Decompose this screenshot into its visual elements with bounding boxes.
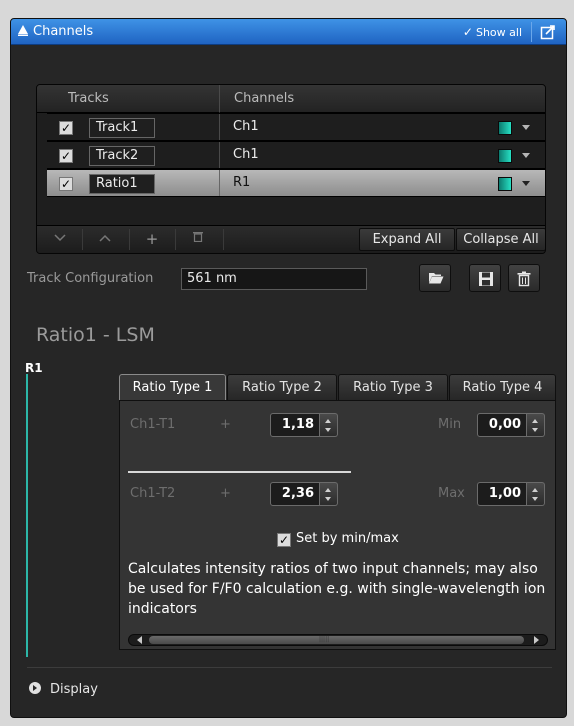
channels-panel: Channels ✓ Show all Tracks Channels ✓ Tra… [10, 18, 567, 718]
ratio-channel-indicator [26, 374, 28, 657]
denominator-channel-label: Ch1-T2 [130, 486, 176, 501]
stepper-arrows-icon[interactable] [320, 413, 338, 437]
open-config-button[interactable] [419, 264, 451, 292]
toolbar-divider [129, 229, 130, 250]
toolbar-divider [82, 229, 83, 250]
min-label: Min [438, 417, 462, 432]
tab-ratio-type-2[interactable]: Ratio Type 2 [227, 374, 337, 401]
max-value[interactable]: 1,00 [477, 482, 527, 506]
panel-titlebar[interactable]: Channels ✓ Show all [11, 19, 566, 45]
toolbar-divider [175, 229, 176, 250]
track-row-track1[interactable]: ✓ Track1 Ch1 [47, 113, 545, 141]
ratio-channel-label: R1 [25, 361, 43, 375]
ratio1-color-swatch[interactable] [498, 177, 512, 191]
track2-channel-name: Ch1 [233, 147, 259, 162]
toolbar-divider [223, 229, 224, 250]
denominator-offset-stepper[interactable]: 2,36 [270, 482, 340, 506]
track2-checkbox[interactable]: ✓ [59, 149, 73, 163]
tracks-table: Tracks Channels ✓ Track1 Ch1 ✓ Track2 Ch… [36, 84, 546, 254]
max-label: Max [438, 486, 465, 501]
panel-collapse-icon[interactable] [18, 25, 28, 36]
denominator-operator: + [220, 486, 231, 501]
folder-open-icon [429, 273, 444, 284]
checkmark-icon: ✓ [462, 25, 473, 39]
ratio-type-tabs: Ratio Type 1 Ratio Type 2 Ratio Type 3 R… [119, 374, 556, 401]
track1-checkbox[interactable]: ✓ [59, 121, 73, 135]
track1-color-swatch[interactable] [498, 121, 512, 135]
chevron-down-icon[interactable] [522, 153, 530, 158]
numerator-channel-label: Ch1-T1 [130, 417, 176, 432]
track2-name-field[interactable]: Track2 [89, 146, 155, 166]
tab-ratio-type-3[interactable]: Ratio Type 3 [338, 374, 448, 401]
panel-title: Channels [33, 24, 94, 39]
track2-color-swatch[interactable] [498, 149, 512, 163]
max-stepper[interactable]: 1,00 [477, 482, 547, 506]
ratio1-checkbox[interactable]: ✓ [59, 177, 73, 191]
move-up-icon[interactable] [86, 229, 124, 250]
collapse-all-button[interactable]: Collapse All [456, 228, 545, 251]
track-cell: ✓ Track1 [47, 114, 220, 140]
denominator-offset-value[interactable]: 2,36 [270, 482, 320, 506]
chevron-down-icon[interactable] [522, 181, 530, 186]
ratio-description: Calculates intensity ratios of two input… [128, 561, 546, 617]
track-configuration-field[interactable]: 561 nm [181, 268, 367, 290]
titlebar-divider [531, 22, 532, 42]
tab-ratio-type-1[interactable]: Ratio Type 1 [119, 374, 226, 401]
delete-config-button[interactable] [508, 264, 540, 292]
trash-icon [517, 271, 531, 287]
track-cell: ✓ Ratio1 [47, 170, 220, 196]
expand-all-button[interactable]: Expand All [359, 228, 455, 251]
ratio1-channel-name: R1 [233, 175, 251, 190]
scroll-left-icon[interactable] [137, 636, 142, 644]
show-all-toggle[interactable]: ✓ Show all [463, 25, 522, 39]
checkbox-icon[interactable]: ✓ [277, 533, 291, 547]
stepper-arrows-icon[interactable] [527, 413, 545, 437]
scroll-right-icon[interactable] [534, 636, 539, 644]
track-row-ratio1[interactable]: ✓ Ratio1 R1 [47, 169, 545, 197]
scrollbar-thumb[interactable]: ||||| [149, 636, 524, 644]
track-configuration-label: Track Configuration [27, 271, 154, 286]
min-stepper[interactable]: 0,00 [477, 413, 547, 437]
chevron-down-icon[interactable] [522, 125, 530, 130]
track-row-track2[interactable]: ✓ Track2 Ch1 [47, 141, 545, 169]
save-config-button[interactable] [469, 264, 501, 292]
channels-column-header[interactable]: Channels [220, 85, 545, 113]
ratio-type-1-panel: Ch1-T1 + 1,18 Min 0,00 Ch1-T2 + 2,36 Max… [119, 400, 556, 650]
stepper-arrows-icon[interactable] [527, 482, 545, 506]
tab-ratio-type-4[interactable]: Ratio Type 4 [449, 374, 556, 401]
ratio1-name-field[interactable]: Ratio1 [89, 174, 155, 194]
show-all-label: Show all [475, 26, 522, 39]
numerator-offset-value[interactable]: 1,18 [270, 413, 320, 437]
trash-icon[interactable] [179, 229, 217, 250]
track-cell: ✓ Track2 [47, 142, 220, 168]
track1-name-field[interactable]: Track1 [89, 118, 155, 138]
display-section-toggle[interactable]: Display [29, 682, 98, 697]
save-icon [479, 272, 493, 286]
tracks-toolbar: + Expand All Collapse All [37, 225, 545, 253]
stepper-arrows-icon[interactable] [320, 482, 338, 506]
numerator-offset-stepper[interactable]: 1,18 [270, 413, 340, 437]
fraction-line [128, 471, 351, 473]
numerator-operator: + [220, 417, 231, 432]
section-title: Ratio1 - LSM [36, 324, 155, 346]
tracks-column-header[interactable]: Tracks [37, 85, 220, 113]
expand-arrow-icon[interactable] [29, 682, 41, 694]
move-down-icon[interactable] [41, 229, 79, 250]
horizontal-scrollbar[interactable]: ||||| [128, 634, 548, 646]
footer-divider [27, 667, 552, 668]
add-track-icon[interactable]: + [133, 229, 171, 250]
undock-icon[interactable] [540, 24, 556, 40]
set-by-min-max-checkbox[interactable]: ✓ Set by min/max [277, 531, 399, 547]
set-by-min-max-label: Set by min/max [296, 531, 399, 546]
display-label: Display [50, 682, 98, 697]
track1-channel-name: Ch1 [233, 119, 259, 134]
min-value[interactable]: 0,00 [477, 413, 527, 437]
